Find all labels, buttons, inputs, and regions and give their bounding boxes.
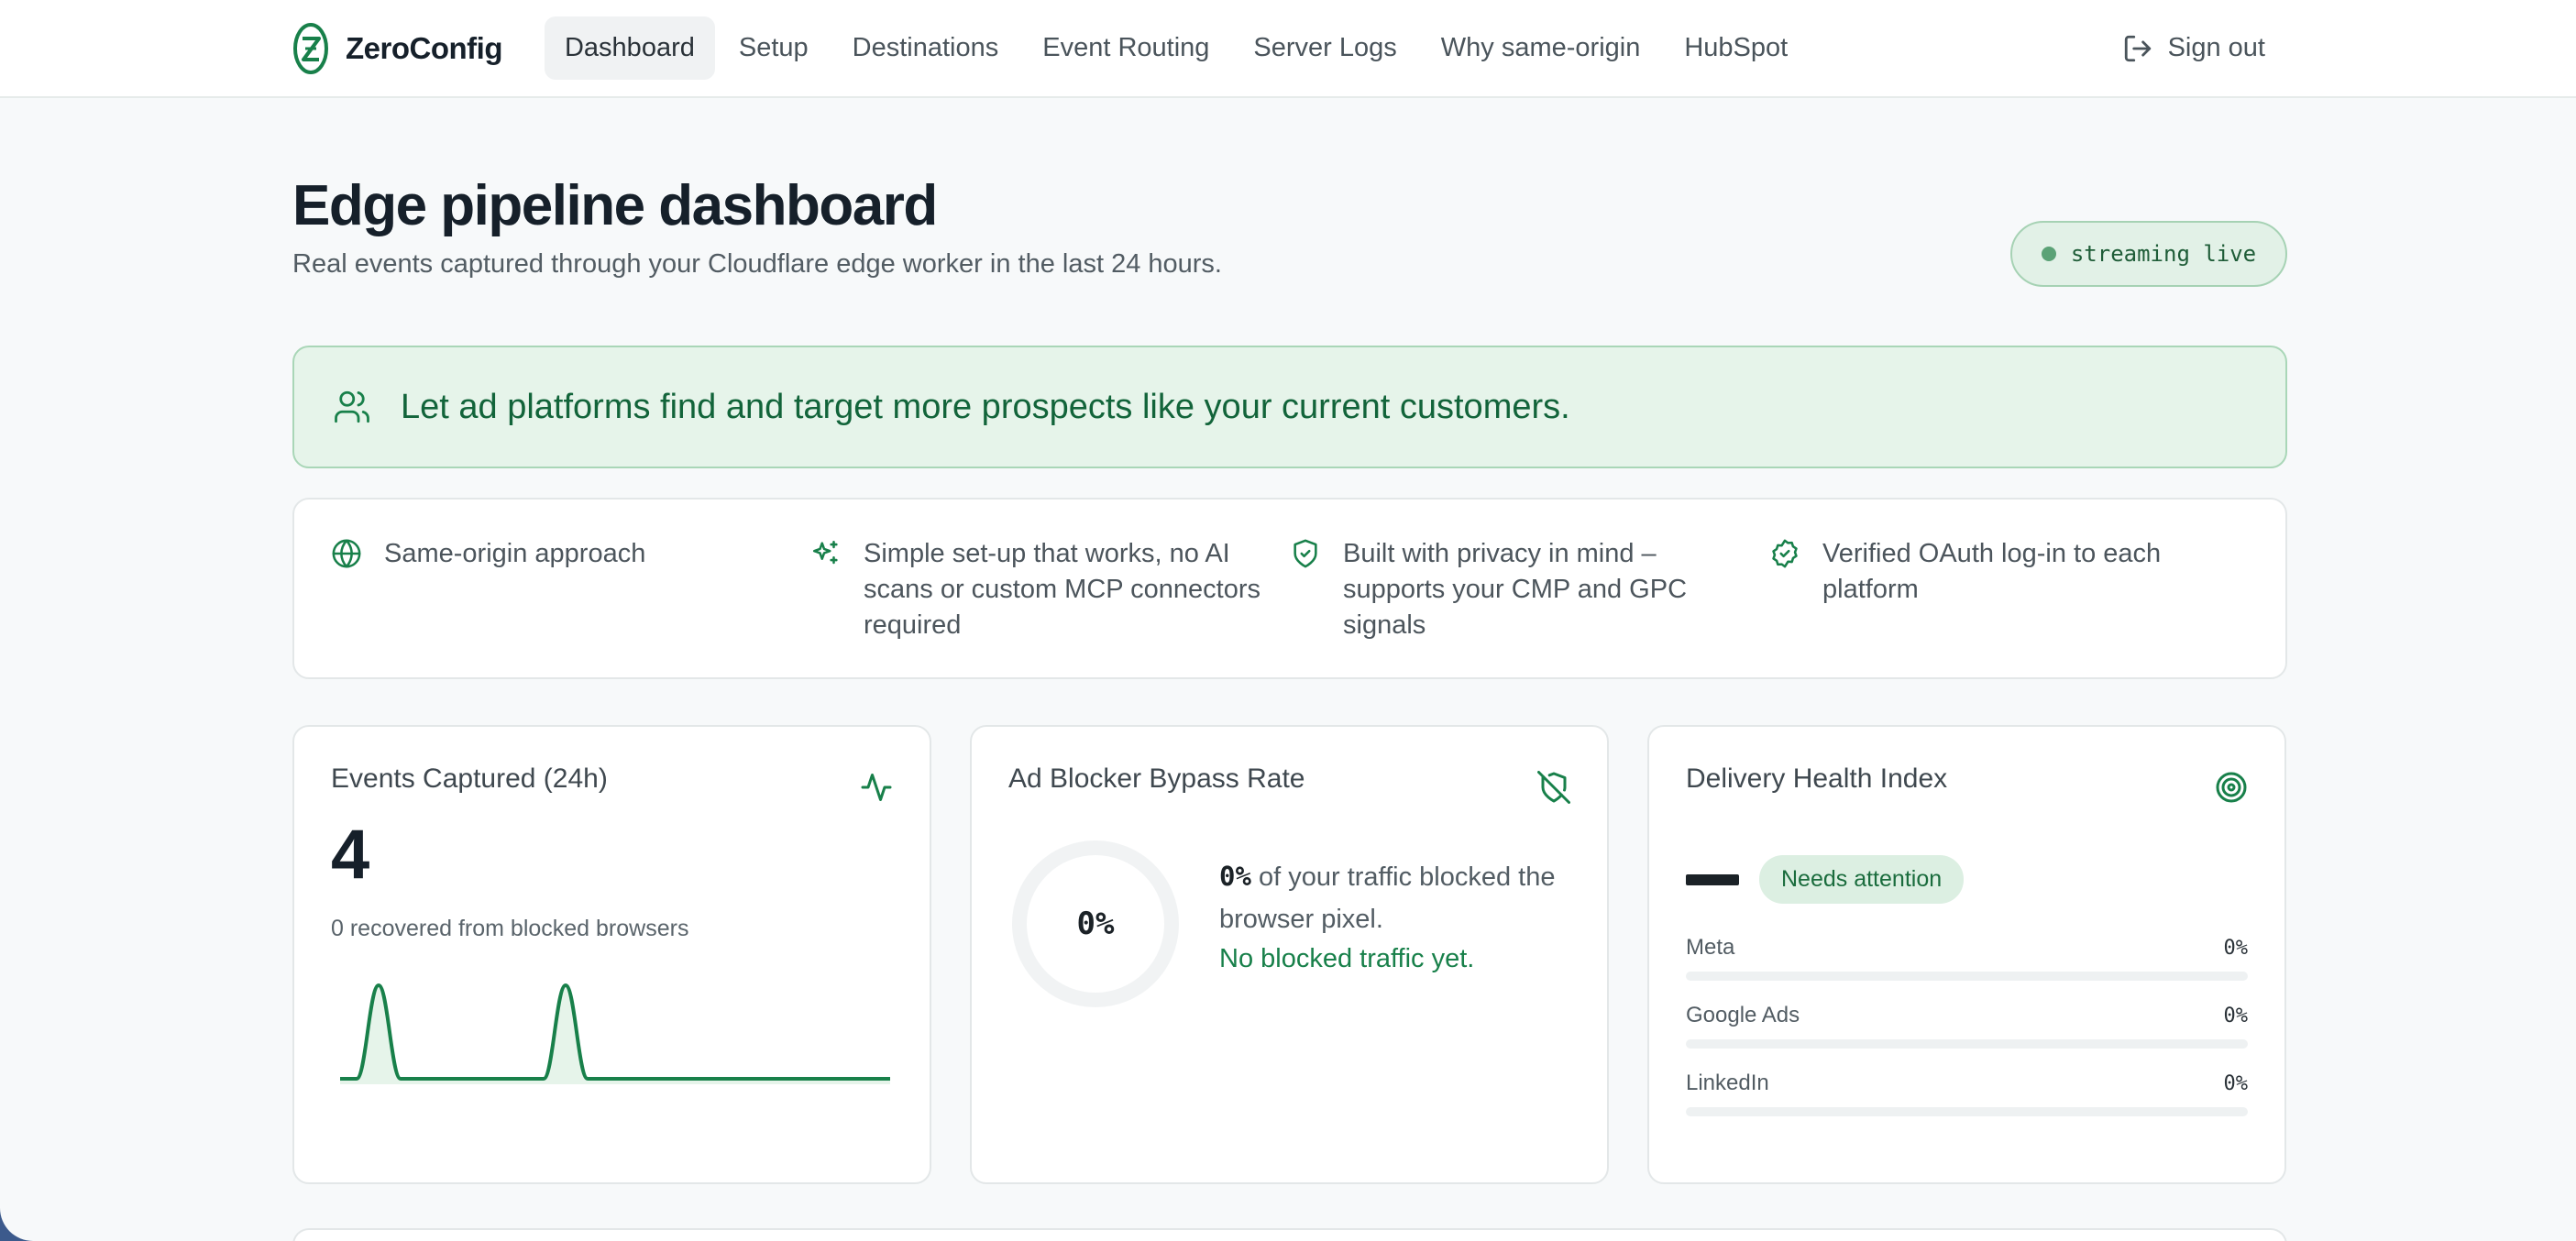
card-title: Events Captured (24h) <box>331 763 608 794</box>
lookalike-banner[interactable]: Let ad platforms find and target more pr… <box>292 346 2287 468</box>
ad-blocker-bypass-card: Ad Blocker Bypass Rate 0% 0% of your tra… <box>970 725 1609 1184</box>
feature-text: Built with privacy in mind – supports yo… <box>1343 539 1688 640</box>
platform-row-google-ads: Google Ads 0% <box>1686 1003 2248 1049</box>
bypass-rate-label: 0% <box>1076 906 1115 942</box>
shield-check-icon <box>1294 539 1317 568</box>
feature-item: Same-origin approach <box>331 536 810 677</box>
platform-progress-bar <box>1686 1039 2248 1049</box>
platform-name: LinkedIn <box>1686 1071 1769 1095</box>
feature-text: Same-origin approach <box>384 539 646 568</box>
platform-progress-bar <box>1686 1107 2248 1116</box>
bypass-summary: 0% of your traffic blocked the browser p… <box>1219 855 1577 974</box>
sparkles-icon <box>812 540 838 565</box>
platform-name: Meta <box>1686 935 1735 960</box>
needs-attention-badge: Needs attention <box>1759 855 1965 904</box>
feature-item: Verified OAuth log-in to each platform <box>1769 536 2249 677</box>
activity-icon <box>861 774 892 801</box>
events-sparkline <box>340 983 890 1084</box>
platform-row-meta: Meta 0% <box>1686 935 2248 981</box>
streaming-status-label: streaming live <box>2070 241 2257 267</box>
platform-progress-bar <box>1686 972 2248 981</box>
feature-item: Built with privacy in mind – supports yo… <box>1290 536 1769 677</box>
health-status-row: Needs attention <box>1686 855 2248 904</box>
users-icon <box>335 390 369 423</box>
bypass-donut: 0% <box>1008 837 1183 1011</box>
events-count: 4 <box>331 816 370 894</box>
platform-value: 0% <box>2223 936 2249 960</box>
streaming-status-badge: streaming live <box>2010 221 2287 287</box>
globe-icon <box>332 539 361 568</box>
platform-health-list: Meta 0% Google Ads 0% LinkedIn 0% <box>1686 935 2248 1116</box>
bypass-description: 0% of your traffic blocked the browser p… <box>1219 855 1577 940</box>
banner-text: Let ad platforms find and target more pr… <box>401 387 1570 426</box>
delivery-health-card: Delivery Health Index Needs attention Me… <box>1647 725 2286 1184</box>
target-icon <box>2216 772 2247 803</box>
recovered-text: 0 recovered from blocked browsers <box>331 916 689 941</box>
page-subtitle: Real events captured through your Cloudf… <box>292 249 1222 279</box>
feature-item: Simple set-up that works, no AI scans or… <box>810 536 1290 677</box>
metric-cards: Events Captured (24h) 4 0 recovered from… <box>292 725 2287 1184</box>
blocked-percent: 0% <box>1219 861 1251 892</box>
platform-name: Google Ads <box>1686 1003 1800 1027</box>
platform-value: 0% <box>2223 1004 2249 1027</box>
feature-text: Simple set-up that works, no AI scans or… <box>864 539 1261 640</box>
platform-value: 0% <box>2223 1071 2249 1095</box>
events-captured-card: Events Captured (24h) 4 0 recovered from… <box>292 725 931 1184</box>
page-header: Edge pipeline dashboard Real events capt… <box>292 0 2287 287</box>
platform-row-linkedin: LinkedIn 0% <box>1686 1071 2248 1116</box>
feature-text: Verified OAuth log-in to each platform <box>1822 539 2162 604</box>
feature-list: Same-origin approach Simple set-up that … <box>292 498 2287 679</box>
page-title: Edge pipeline dashboard <box>292 174 938 237</box>
shield-off-icon <box>1537 771 1570 804</box>
main-content: Edge pipeline dashboard Real events capt… <box>292 0 2287 1241</box>
blocked-description: of your traffic blocked the browser pixe… <box>1219 862 1556 934</box>
card-title: Ad Blocker Bypass Rate <box>1008 763 1305 794</box>
card-title: Delivery Health Index <box>1686 763 1948 794</box>
next-section-card <box>292 1228 2287 1241</box>
badge-check-icon <box>1772 539 1798 568</box>
bypass-note: No blocked traffic yet. <box>1219 944 1475 973</box>
health-score-placeholder <box>1686 873 1739 885</box>
live-dot-icon <box>2041 247 2056 261</box>
